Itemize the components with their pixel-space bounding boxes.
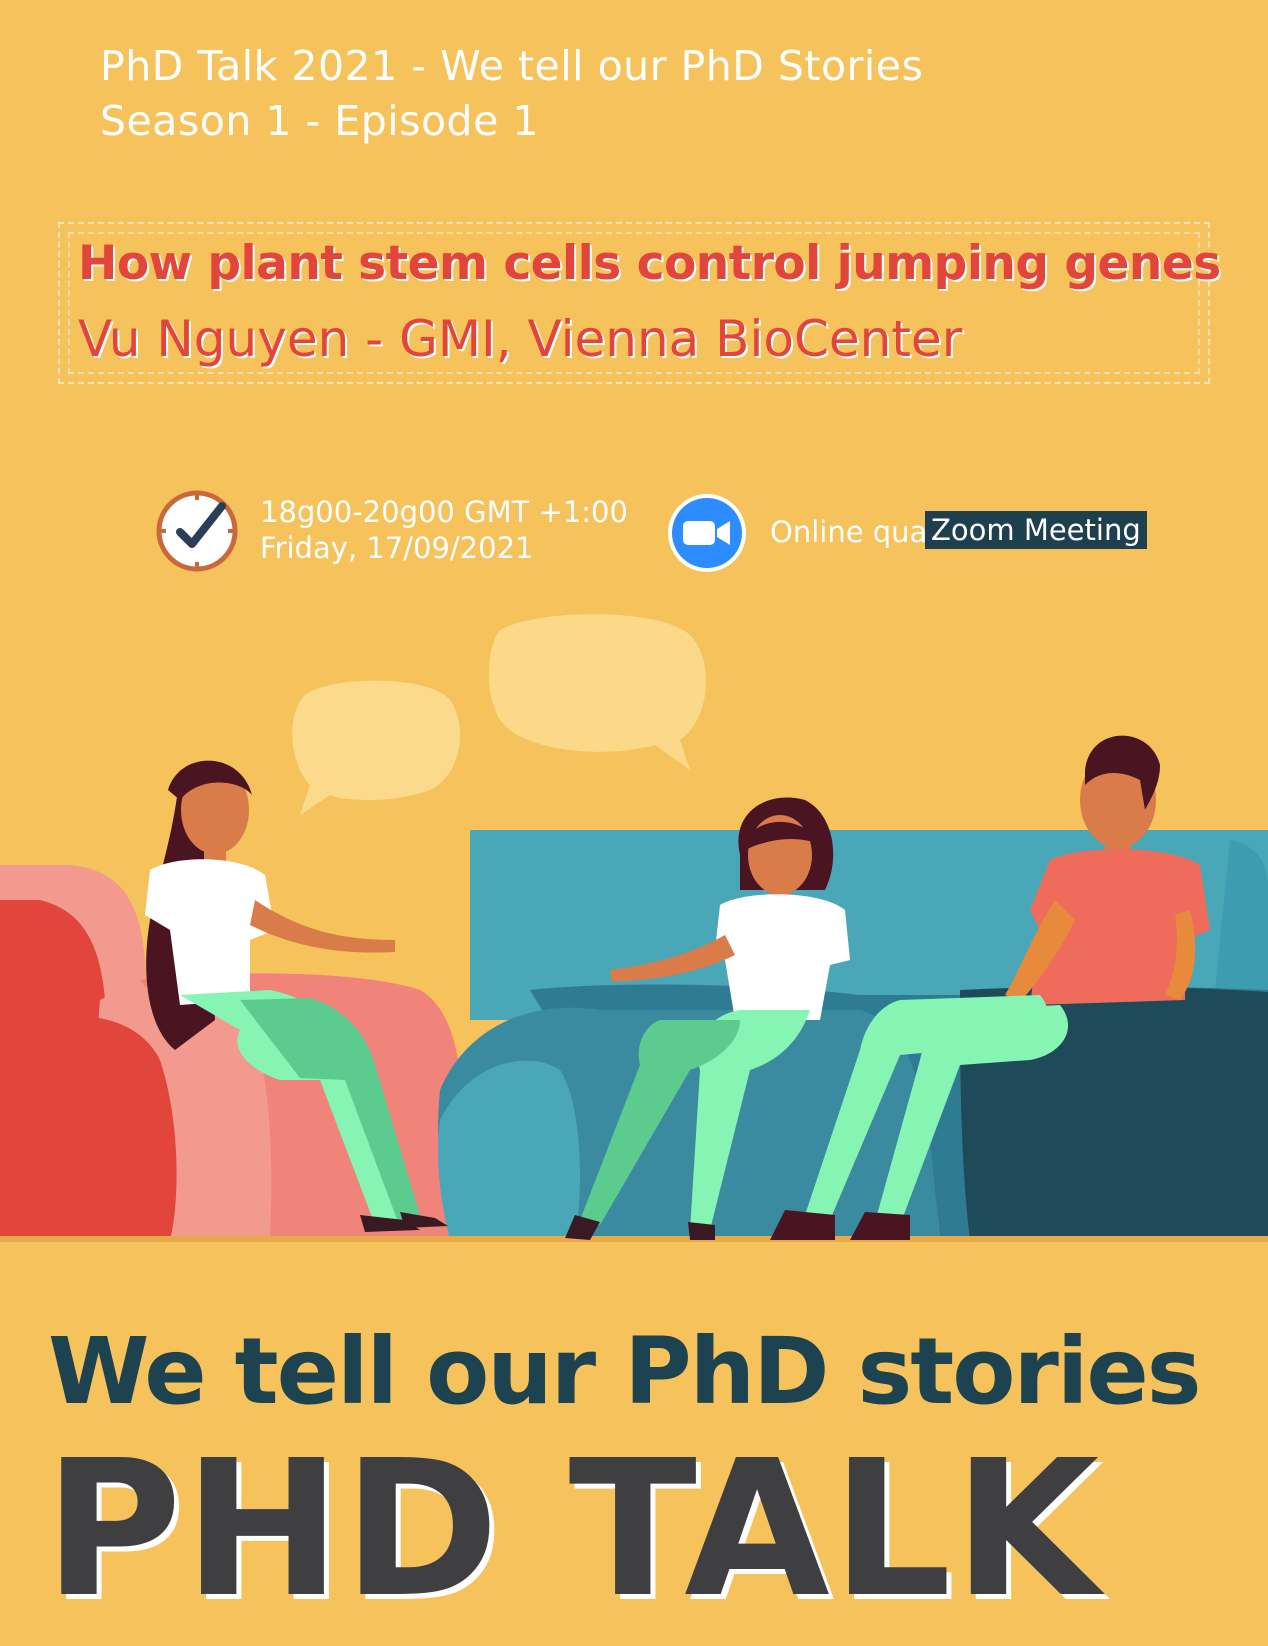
brand-title: PHD TALK: [44, 1420, 1102, 1639]
conversation-illustration: [0, 614, 1268, 1242]
time-range: 18g00-20g00 GMT +1:00: [260, 495, 628, 529]
zoom-meeting-tag: Zoom Meeting: [925, 511, 1147, 549]
online-label: Online qua: [770, 515, 928, 549]
header-line-1: PhD Talk 2021 - We tell our PhD Stories: [100, 42, 924, 90]
speaker-name: Vu Nguyen - GMI, Vienna BioCenter: [78, 310, 963, 368]
speech-bubble-icon: [292, 680, 461, 815]
talk-title: How plant stem cells control jumping gen…: [78, 236, 1221, 291]
event-date: Friday, 17/09/2021: [260, 531, 534, 565]
event-time: 18g00-20g00 GMT +1:00 Friday, 17/09/2021: [260, 494, 628, 566]
tagline: We tell our PhD stories: [48, 1318, 1202, 1425]
header-line-2: Season 1 - Episode 1: [100, 97, 539, 145]
zoom-camera-icon: [668, 494, 746, 572]
speech-bubble-icon: [488, 614, 707, 770]
clock-check-icon: [156, 490, 238, 572]
